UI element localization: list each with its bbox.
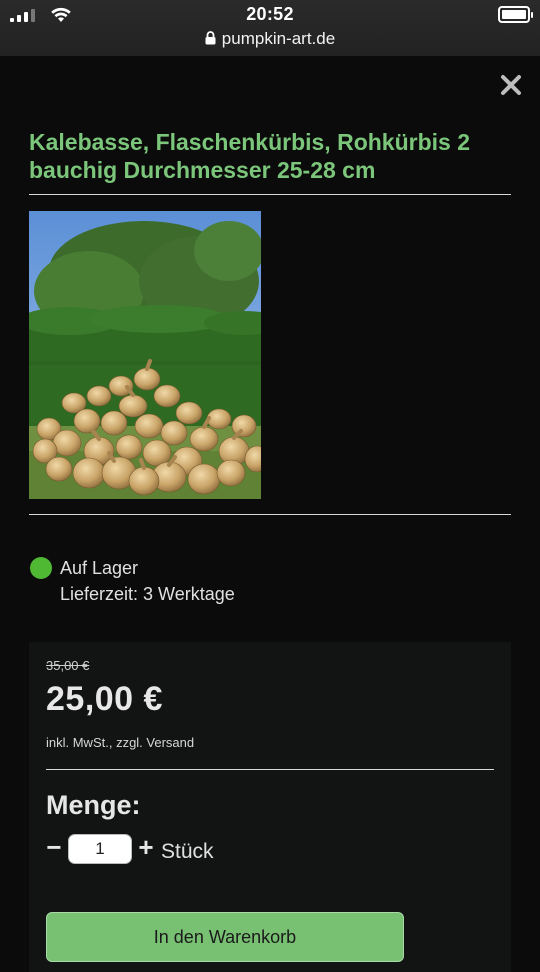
increase-quantity-button[interactable]: + bbox=[136, 834, 156, 860]
product-title: Kalebasse, Flaschenkürbis, Rohkürbis 2 b… bbox=[29, 129, 470, 183]
decrease-quantity-button[interactable]: − bbox=[44, 834, 64, 860]
quantity-label: Menge: bbox=[46, 790, 141, 820]
tax-note: inkl. MwSt., zzgl. Versand bbox=[46, 735, 195, 750]
delivery-time: Lieferzeit: 3 Werktage bbox=[60, 584, 235, 604]
status-bar: 20:52 pumpkin-art.de bbox=[0, 0, 540, 56]
clock: 20:52 bbox=[246, 4, 294, 24]
old-price: 35,00 € bbox=[46, 658, 90, 673]
divider bbox=[29, 514, 511, 515]
add-to-cart-button[interactable]: In den Warenkorb bbox=[46, 912, 404, 962]
quantity-input[interactable] bbox=[68, 834, 132, 864]
stock-status: Auf Lager bbox=[60, 558, 139, 578]
divider bbox=[29, 194, 511, 195]
product-image[interactable] bbox=[29, 211, 261, 499]
price: 25,00 € bbox=[46, 680, 163, 718]
lock-icon bbox=[205, 31, 216, 45]
close-icon[interactable] bbox=[499, 73, 523, 97]
quantity-unit: Stück bbox=[161, 840, 214, 863]
buy-box: 35,00 € 25,00 € inkl. MwSt., zzgl. Versa… bbox=[29, 642, 511, 972]
battery-icon bbox=[498, 6, 533, 23]
stock-status-icon bbox=[30, 557, 52, 579]
divider bbox=[46, 769, 494, 770]
url-text: pumpkin-art.de bbox=[221, 29, 336, 48]
address-bar[interactable]: pumpkin-art.de bbox=[0, 29, 540, 49]
